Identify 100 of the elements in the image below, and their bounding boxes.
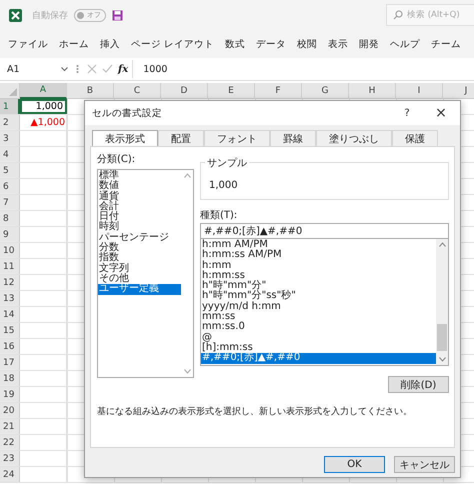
list-item[interactable]: 通貨: [98, 192, 181, 202]
row-header[interactable]: 13: [0, 291, 20, 306]
row-header[interactable]: 11: [0, 259, 20, 274]
row-header[interactable]: 3: [0, 131, 20, 146]
column-header[interactable]: J: [443, 83, 474, 99]
caret-icon: [61, 66, 68, 72]
menu-item[interactable]: 挿入: [100, 38, 120, 50]
list-item[interactable]: 文字列: [98, 264, 181, 274]
row-header[interactable]: 15: [0, 323, 20, 338]
menu-item[interactable]: ホーム: [59, 38, 89, 50]
list-item[interactable]: @: [201, 332, 436, 343]
sample-label: サンプル: [205, 156, 249, 170]
table-cell-text: ▲1,000: [29, 116, 66, 130]
list-item[interactable]: 標準: [98, 171, 181, 182]
menu-item[interactable]: チーム: [431, 38, 462, 50]
column-header[interactable]: H: [349, 83, 396, 99]
cancel-button[interactable]: キャンセル: [394, 456, 455, 473]
row-header[interactable]: 17: [0, 355, 20, 370]
menu-item[interactable]: データ: [256, 38, 286, 50]
hint-text: 基になる組み込みの表示形式を選択し、新しい表示形式を入力してください。: [97, 406, 413, 418]
row-header[interactable]: 6: [0, 179, 20, 194]
list-item[interactable]: yyyy/m/d h:mm: [201, 302, 436, 312]
list-item[interactable]: その他: [98, 274, 181, 284]
tab[interactable]: 表示形式: [92, 130, 158, 146]
menu-item[interactable]: 表示: [328, 38, 348, 50]
list-item[interactable]: h:mm: [201, 260, 436, 271]
select-all-corner[interactable]: [0, 83, 20, 99]
row-header[interactable]: 19: [0, 387, 20, 402]
row-header[interactable]: 23: [0, 451, 20, 466]
row-header[interactable]: 12: [0, 275, 20, 290]
menu-item[interactable]: 校閲: [297, 38, 318, 50]
row-header[interactable]: 8: [0, 211, 20, 226]
column-header[interactable]: C: [114, 83, 161, 99]
column-header[interactable]: B: [67, 83, 114, 99]
check-icon[interactable]: [102, 64, 113, 74]
menu-item[interactable]: ヘルプ: [390, 38, 420, 50]
scroll-down-icon[interactable]: [184, 369, 190, 374]
list-item[interactable]: 指数: [98, 253, 181, 264]
tab[interactable]: 配置: [158, 130, 204, 146]
formula-input[interactable]: 1000: [137, 64, 474, 74]
menu-item[interactable]: ページ レイアウト: [131, 38, 214, 50]
row-header[interactable]: 4: [0, 147, 20, 162]
menu-item[interactable]: 数式: [225, 38, 246, 50]
row-header[interactable]: 16: [0, 339, 20, 354]
menu-item[interactable]: ファイル: [8, 38, 48, 50]
save-icon[interactable]: [112, 10, 123, 20]
tab[interactable]: 罫線: [270, 130, 316, 146]
list-item[interactable]: h"時"mm"分"ss"秒": [201, 291, 436, 302]
ok-button[interactable]: OK: [324, 456, 385, 473]
menu-item[interactable]: 開発: [359, 38, 380, 50]
spreadsheet-icon: [9, 8, 22, 22]
search-icon: [393, 10, 403, 20]
column-header[interactable]: F: [255, 83, 302, 99]
row-header[interactable]: 24: [0, 467, 20, 482]
insert-function-button[interactable]: fx: [118, 64, 128, 74]
grip-icon: [76, 64, 79, 74]
list-item[interactable]: mm:ss: [201, 312, 436, 322]
row-header[interactable]: 9: [0, 227, 20, 242]
list-item[interactable]: 時刻: [98, 222, 181, 233]
help-button[interactable]: ?: [394, 103, 420, 123]
type-label: 種類(T):: [200, 208, 238, 222]
row-header[interactable]: 20: [0, 403, 20, 418]
row-header[interactable]: 21: [0, 419, 20, 434]
row-header[interactable]: 2: [0, 115, 20, 130]
scroll-thumb[interactable]: [437, 324, 447, 351]
category-label: 分類(C):: [97, 152, 136, 166]
row-header[interactable]: 10: [0, 243, 20, 258]
column-header[interactable]: A: [20, 83, 67, 99]
tab[interactable]: フォント: [204, 130, 270, 146]
type-input[interactable]: #,##0;[赤]▲#,##0: [200, 223, 449, 239]
tab[interactable]: 塗りつぶし: [316, 130, 392, 146]
close-button[interactable]: ×: [428, 103, 454, 123]
column-header[interactable]: G: [302, 83, 349, 99]
row-header[interactable]: 5: [0, 163, 20, 178]
scroll-up-icon[interactable]: [438, 242, 446, 247]
row-header[interactable]: 22: [0, 435, 20, 450]
row-header[interactable]: 18: [0, 371, 20, 386]
cancel-icon[interactable]: [87, 64, 97, 74]
list-item[interactable]: パーセンテージ: [98, 232, 181, 244]
list-item[interactable]: [h]:mm:ss: [201, 342, 436, 354]
tab[interactable]: 保護: [392, 130, 438, 146]
list-item[interactable]: mm:ss.0: [201, 322, 436, 333]
column-header[interactable]: I: [396, 83, 443, 99]
dialog-title: セルの書式設定: [92, 106, 162, 120]
scroll-down-icon[interactable]: [438, 357, 446, 362]
table-cell: 1,000: [20, 99, 67, 114]
delete-button[interactable]: 削除(D): [388, 376, 449, 393]
scroll-up-icon[interactable]: [184, 173, 190, 178]
list-item[interactable]: 会計: [98, 202, 181, 212]
sample-value: 1,000: [209, 180, 238, 191]
row-header[interactable]: 1: [0, 99, 20, 114]
column-header[interactable]: D: [161, 83, 208, 99]
format-list[interactable]: h:mm AM/PM h:mm:ss AM/PM h:mm h:mm:ss h"時"mm"分" h"時"mm"分"ss"秒" yyyy/m/d h:mm mm:ss mm:ss.0 @ [h]:mm:ss #,##0;[赤]▲#,##0: [200, 239, 449, 366]
row-header[interactable]: 7: [0, 195, 20, 210]
list-item[interactable]: 数値: [98, 181, 181, 192]
list-item[interactable]: h:mm AM/PM: [201, 240, 436, 250]
list-item[interactable]: #,##0;[赤]▲#,##0: [201, 353, 436, 364]
list-item[interactable]: h:mm:ss AM/PM: [201, 250, 436, 261]
column-header[interactable]: E: [208, 83, 255, 99]
row-header[interactable]: 14: [0, 307, 20, 322]
